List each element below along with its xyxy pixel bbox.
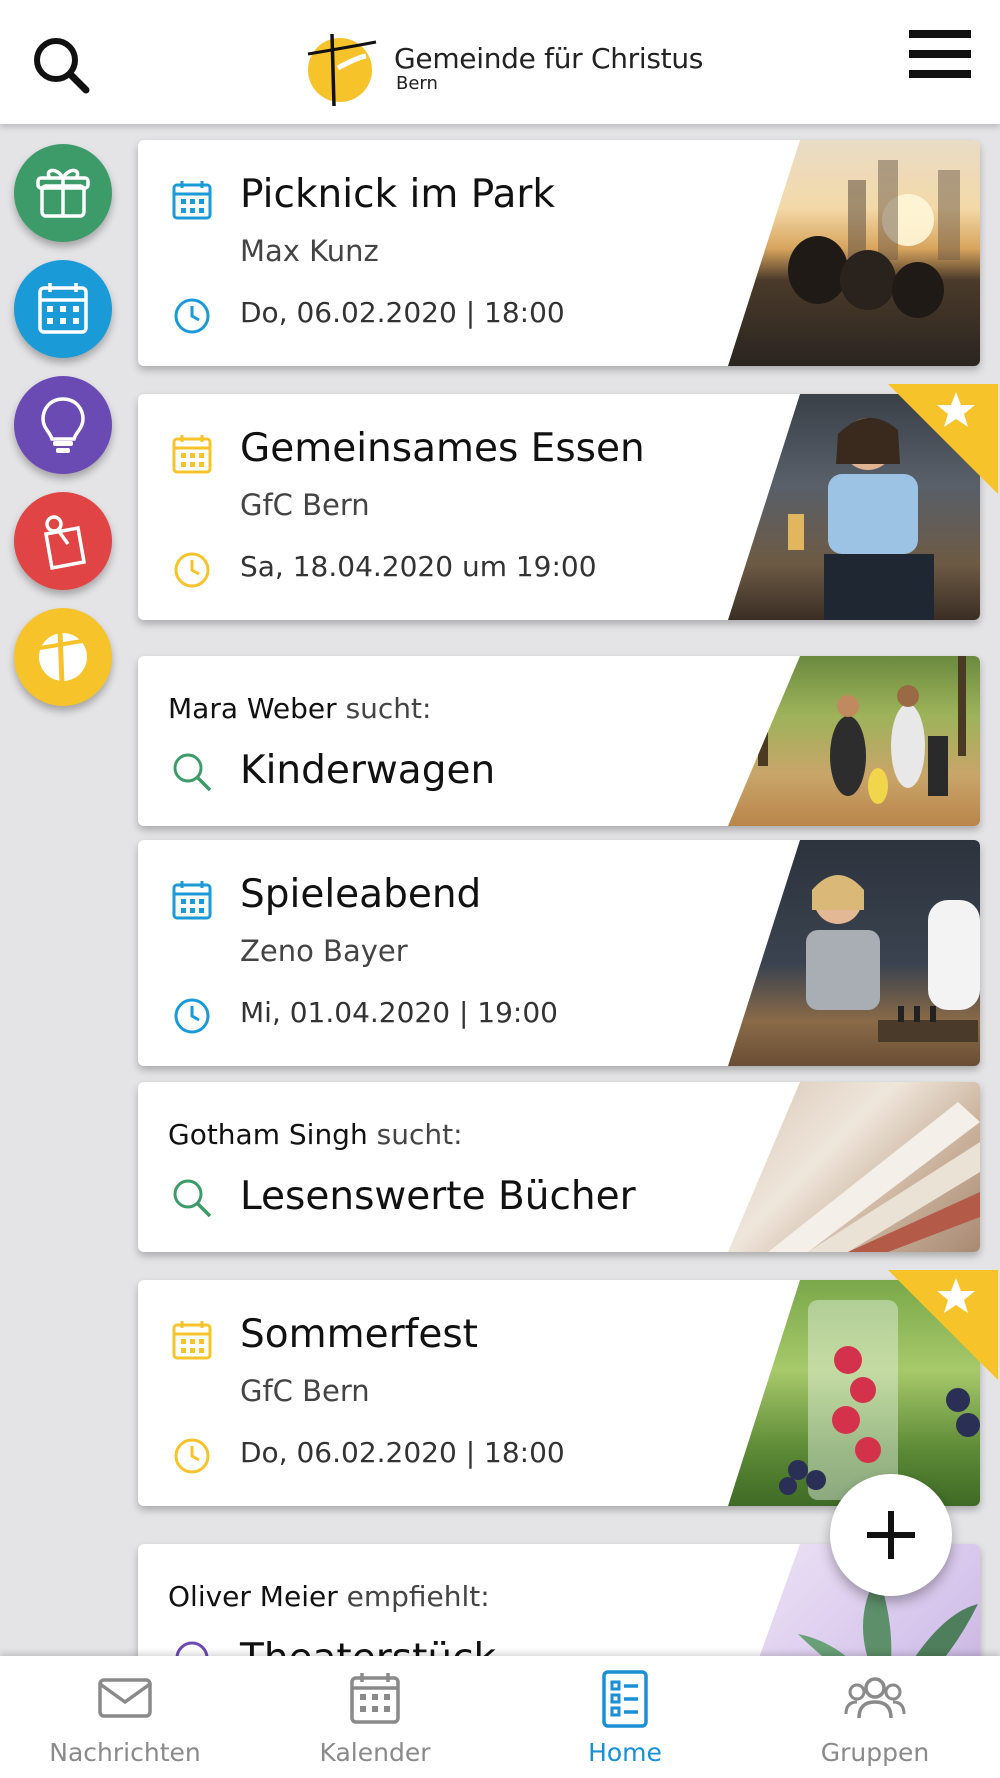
event-card[interactable]: Gemeinsames Essen GfC Bern Sa, 18.04.202…: [138, 394, 980, 620]
event-title: Gemeinsames Essen: [240, 426, 645, 471]
search-title: Lesenswerte Bücher: [240, 1174, 636, 1219]
search-icon: [34, 38, 90, 94]
events-category-button[interactable]: [14, 260, 112, 358]
church-logo[interactable]: Gemeinde für Christus Bern: [304, 28, 703, 108]
clock-icon: [174, 552, 210, 588]
search-card[interactable]: Mara Weber sucht: Kinderwagen: [138, 656, 980, 826]
featured-badge: [888, 384, 998, 494]
calendar-icon: [350, 1673, 400, 1724]
nav-item-kalender[interactable]: Kalender: [250, 1656, 500, 1778]
church-logo-icon: [307, 33, 377, 107]
church-category-button[interactable]: [14, 608, 112, 706]
plus-icon: [867, 1511, 915, 1559]
search-verb: sucht:: [376, 1118, 463, 1151]
calendar-icon: [172, 1321, 212, 1360]
event-card[interactable]: Picknick im Park Max Kunz Do, 06.02.2020…: [138, 140, 980, 366]
clock-icon: [174, 998, 210, 1034]
clock-icon: [174, 1438, 210, 1474]
search-card[interactable]: Gotham Singh sucht: Lesenswerte Bücher: [138, 1082, 980, 1252]
pinned-note-icon: [43, 515, 87, 571]
event-image: [728, 840, 980, 1066]
gifts-category-button[interactable]: [14, 144, 112, 242]
search-icon: [173, 1179, 212, 1218]
nav-item-home[interactable]: Home: [500, 1656, 750, 1778]
gift-icon: [36, 168, 90, 218]
search-author: Mara Weber sucht:: [168, 692, 431, 725]
search-author: Gotham Singh sucht:: [168, 1118, 463, 1151]
nav-item-gruppen[interactable]: Gruppen: [750, 1656, 1000, 1778]
event-card[interactable]: Spieleabend Zeno Bayer Mi, 01.04.2020 | …: [138, 840, 980, 1066]
nav-label: Kalender: [319, 1738, 431, 1767]
nav-item-nachrichten[interactable]: Nachrichten: [0, 1656, 250, 1778]
author-name: Oliver Meier: [168, 1580, 338, 1613]
search-icon: [173, 753, 212, 792]
event-organizer: Zeno Bayer: [240, 934, 408, 968]
event-card[interactable]: Sommerfest GfC Bern Do, 06.02.2020 | 18:…: [138, 1280, 980, 1506]
author-name: Gotham Singh: [168, 1118, 368, 1151]
search-title: Kinderwagen: [240, 748, 496, 793]
event-datetime: Do, 06.02.2020 | 18:00: [240, 296, 565, 329]
event-datetime: Do, 06.02.2020 | 18:00: [240, 1436, 565, 1469]
recommendation-verb: empfiehlt:: [346, 1580, 490, 1613]
event-organizer: GfC Bern: [240, 1374, 370, 1408]
nav-label: Nachrichten: [49, 1738, 201, 1767]
event-title: Spieleabend: [240, 872, 482, 917]
calendar-icon: [172, 881, 212, 920]
clock-icon: [174, 298, 210, 334]
search-image: [728, 1082, 980, 1252]
event-organizer: Max Kunz: [240, 234, 379, 268]
calendar-icon: [38, 283, 88, 334]
recommendation-author: Oliver Meier empfiehlt:: [168, 1580, 490, 1613]
hamburger-menu-icon: [909, 30, 971, 78]
nav-label: Home: [588, 1738, 662, 1767]
calendar-icon: [172, 181, 212, 220]
add-button[interactable]: [830, 1474, 952, 1596]
church-logo-icon: [39, 631, 89, 685]
mail-icon: [98, 1678, 152, 1718]
featured-badge: [888, 1270, 998, 1380]
search-button[interactable]: [28, 30, 98, 100]
notes-category-button[interactable]: [14, 492, 112, 590]
menu-button[interactable]: [905, 26, 977, 86]
author-name: Mara Weber: [168, 692, 337, 725]
event-datetime: Mi, 01.04.2020 | 19:00: [240, 996, 558, 1029]
bottom-navigation: Nachrichten Kalender Home Gruppen: [0, 1656, 1000, 1778]
group-icon: [844, 1677, 906, 1719]
event-organizer: GfC Bern: [240, 488, 370, 522]
search-verb: sucht:: [345, 692, 432, 725]
calendar-icon: [172, 435, 212, 474]
event-title: Picknick im Park: [240, 172, 556, 217]
app-subtitle: Bern: [396, 73, 438, 94]
app-title: Gemeinde für Christus: [394, 42, 704, 75]
app-header: Gemeinde für Christus Bern: [0, 0, 1000, 124]
nav-label: Gruppen: [820, 1738, 930, 1767]
ideas-category-button[interactable]: [14, 376, 112, 474]
lightbulb-icon: [41, 397, 85, 453]
search-image: [728, 656, 980, 826]
event-datetime: Sa, 18.04.2020 um 19:00: [240, 550, 597, 583]
list-icon: [602, 1670, 648, 1728]
event-image: [728, 140, 980, 366]
event-title: Sommerfest: [240, 1312, 478, 1357]
